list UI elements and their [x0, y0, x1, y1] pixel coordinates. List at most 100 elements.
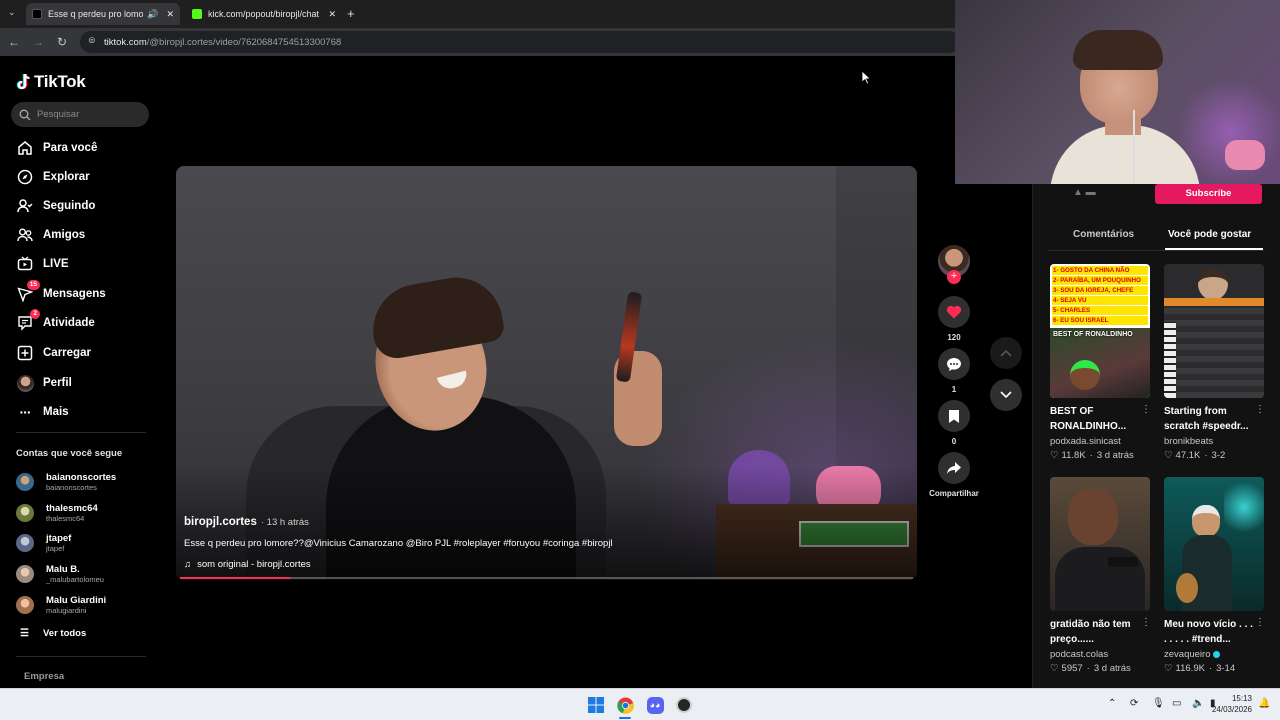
subscribe-button[interactable]: Subscribe — [1155, 184, 1262, 204]
close-tab-icon[interactable]: ✕ — [166, 9, 174, 20]
sidebar-item-mais[interactable]: ··· Mais — [16, 401, 69, 423]
chevron-up-icon — [1000, 349, 1012, 357]
author-name[interactable]: biropjl.cortes — [184, 516, 257, 528]
speaker-icon[interactable]: 🔊 — [147, 9, 158, 20]
site-info-icon[interactable]: ⊜ — [88, 35, 96, 46]
video-card-thumbnail[interactable] — [1164, 477, 1264, 611]
card-more-dots-icon[interactable]: ⋮ — [1255, 617, 1265, 628]
followed-account[interactable]: jtapef jtapef — [16, 530, 71, 556]
video-sound[interactable]: ♫ som original - biropjl.cortes — [184, 559, 311, 570]
video-card-title[interactable]: gratidão não tem preço...... — [1050, 617, 1144, 647]
followed-account[interactable]: baianonscortes baianonscortes — [16, 469, 116, 495]
account-name: Malu B. — [46, 564, 80, 575]
tab-comentarios[interactable]: Comentários — [1073, 229, 1134, 240]
follow-plus-button[interactable]: + — [947, 270, 961, 284]
sidebar-item-label: Explorar — [43, 171, 90, 183]
followed-account[interactable]: thalesmc64 thalesmc64 — [16, 500, 98, 526]
sidebar-item-label: Mensagens — [43, 288, 106, 300]
address-bar[interactable]: ⊜ tiktok.com /@biropjl.cortes/video/7620… — [80, 31, 960, 53]
thumbnail-daw — [1164, 298, 1264, 398]
footer-link-empresa[interactable]: Empresa — [24, 671, 64, 682]
share-button[interactable] — [938, 452, 970, 484]
comment-button[interactable] — [938, 348, 970, 380]
notification-bell-icon[interactable]: 🔔 — [1258, 698, 1270, 709]
sidebar-item-mensagens[interactable]: 15 Mensagens — [16, 280, 106, 305]
card-more-dots-icon[interactable]: ⋮ — [1255, 404, 1265, 415]
browser-tab-kick[interactable]: kick.com/popout/biropjl/chat ✕ — [186, 3, 342, 25]
sidebar-item-seguindo[interactable]: Seguindo — [16, 195, 95, 217]
obs-icon[interactable] — [674, 695, 694, 715]
account-handle: jtapef — [46, 544, 65, 553]
sync-icon[interactable]: ⟳ — [1130, 698, 1138, 709]
card-more-dots-icon[interactable]: ⋮ — [1141, 617, 1151, 628]
search-box[interactable]: Pesquisar — [11, 102, 149, 127]
video-card-thumbnail[interactable]: 1- GOSTO DA CHINA NÃO 2- PARAÍBA, UM POU… — [1050, 264, 1150, 398]
video-author[interactable]: biropjl.cortes · 13 h atrás — [184, 516, 309, 528]
video-card-author[interactable]: bronikbeats — [1164, 436, 1213, 447]
account-handle: thalesmc64 — [46, 514, 85, 523]
video-card-thumbnail[interactable] — [1164, 264, 1264, 398]
back-arrow-icon[interactable]: ← — [6, 34, 22, 50]
forward-arrow-icon[interactable]: → — [30, 34, 46, 50]
thumbnail-guitar — [1176, 573, 1198, 603]
previous-video-button[interactable] — [990, 337, 1022, 369]
tiktok-logo[interactable]: TikTok — [16, 72, 86, 92]
tab-list-chevron-icon[interactable]: ⌄ — [8, 7, 16, 18]
messages-badge: 15 — [26, 280, 40, 290]
video-card-title[interactable]: Meu novo vício . . . . . . . . #trend... — [1164, 617, 1258, 647]
sidebar-item-explorar[interactable]: Explorar — [16, 166, 90, 188]
tray-chevron-up-icon[interactable]: ⌃ — [1108, 698, 1116, 709]
sidebar-item-atividade[interactable]: 2 Atividade — [16, 309, 95, 334]
windows-start-icon[interactable] — [586, 695, 606, 715]
video-card-author[interactable]: podxada.sinicast — [1050, 436, 1121, 447]
like-button[interactable] — [938, 296, 970, 328]
tab-voce-pode-gostar[interactable]: Você pode gostar — [1168, 229, 1251, 240]
sidebar-divider — [16, 656, 146, 657]
new-tab-plus-icon[interactable]: + — [347, 6, 355, 21]
close-tab-icon[interactable]: ✕ — [328, 9, 336, 20]
followed-account[interactable]: Malu Giardini malugiardini — [16, 592, 106, 618]
sidebar-item-live[interactable]: LIVE — [16, 253, 69, 275]
separator-dot: · — [1086, 663, 1090, 674]
followed-account[interactable]: Malu B. _malubartolomeu — [16, 561, 104, 587]
browser-tab-tiktok[interactable]: Esse q perdeu pro lomore?? | 🔊 ✕ — [26, 3, 180, 25]
chrome-icon[interactable] — [615, 695, 635, 715]
sidebar-item-label: Perfil — [43, 377, 72, 389]
video-card-author[interactable]: zevaqueiro — [1164, 649, 1221, 660]
sidebar-item-label: LIVE — [43, 258, 69, 270]
tab-title: Esse q perdeu pro lomore?? | — [48, 9, 144, 19]
separator-dot: · — [1204, 450, 1208, 461]
account-name: baianonscortes — [46, 472, 117, 483]
clock[interactable]: 15:13 24/03/2026 — [1206, 694, 1252, 715]
sidebar-item-perfil[interactable]: Perfil — [16, 372, 72, 394]
thumbnail-person — [1192, 505, 1220, 537]
card-more-dots-icon[interactable]: ⋮ — [1141, 404, 1151, 415]
video-card-title[interactable]: Starting from scratch #speedr... — [1164, 404, 1258, 434]
microphone-icon[interactable]: 🎙 — [1152, 698, 1165, 709]
video-card-thumbnail[interactable] — [1050, 477, 1150, 611]
video-progress-track[interactable] — [180, 577, 913, 579]
avatar — [16, 596, 34, 614]
reload-icon[interactable]: ↻ — [54, 34, 70, 50]
thumbnail-toolbar — [1164, 298, 1264, 306]
profile-avatar-icon — [16, 374, 34, 392]
sidebar-item-carregar[interactable]: Carregar — [16, 342, 91, 364]
video-player[interactable]: biropjl.cortes · 13 h atrás Esse q perde… — [176, 166, 917, 580]
network-icon[interactable]: ▭ — [1172, 698, 1181, 709]
card-likes: 11.8K — [1061, 450, 1086, 461]
see-all-link[interactable]: ☰ Ver todos — [20, 628, 86, 639]
see-all-label: Ver todos — [42, 628, 87, 639]
tab-title: kick.com/popout/biropjl/chat — [208, 9, 320, 19]
save-button[interactable] — [938, 400, 970, 432]
tiktok-favicon-icon — [32, 9, 42, 19]
next-video-button[interactable] — [990, 379, 1022, 411]
volume-icon[interactable]: 🔈 — [1192, 698, 1204, 709]
thumbnail-person — [1070, 360, 1100, 390]
separator-dot: · — [1208, 663, 1213, 674]
video-card-title[interactable]: BEST OF RONALDINHO... — [1050, 404, 1144, 434]
video-card-author[interactable]: podcast.colas — [1050, 649, 1108, 660]
sidebar-item-para-voce[interactable]: Para você — [16, 137, 97, 159]
sidebar-item-amigos[interactable]: Amigos — [16, 224, 85, 246]
discord-icon[interactable]: ◕◕ — [645, 695, 665, 715]
sound-label: som original - biropjl.cortes — [197, 559, 311, 570]
